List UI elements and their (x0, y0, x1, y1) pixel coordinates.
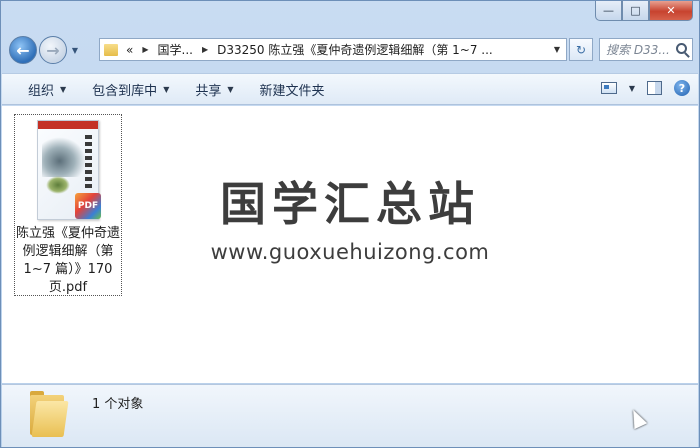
breadcrumb-overflow[interactable]: « (126, 43, 133, 57)
refresh-button[interactable]: ↻ (569, 38, 593, 61)
address-bar[interactable]: « ▶ 国学... ▶ D33250 陈立强《夏仲奇遗例逻辑细解（第 1~7 .… (99, 38, 567, 61)
change-view-icon[interactable] (600, 82, 617, 94)
file-list-area[interactable]: PDF 陈立强《夏仲奇遗例逻辑细解（第1~7 篇）》170页.pdf 国学汇总站… (2, 106, 698, 383)
help-icon[interactable]: ? (674, 80, 690, 96)
window-controls: — □ ✕ (595, 1, 693, 22)
item-count: 1 个对象 (92, 397, 144, 412)
breadcrumb-item-guoxue[interactable]: 国学... (158, 41, 193, 58)
close-button[interactable]: ✕ (649, 1, 693, 21)
include-library-menu[interactable]: 包含到库中 ▼ (82, 80, 179, 99)
breadcrumb-item-current-folder[interactable]: D33250 陈立强《夏仲奇遗例逻辑细解（第 1~7 ... (217, 41, 493, 58)
watermark: 国学汇总站 www.guoxuehuizong.com (2, 176, 698, 264)
watermark-url: www.guoxuehuizong.com (210, 240, 490, 264)
folder-icon (104, 43, 118, 56)
new-folder-label: 新建文件夹 (259, 83, 325, 99)
share-menu[interactable]: 共享 ▼ (185, 80, 243, 99)
new-folder-button[interactable]: 新建文件夹 (250, 80, 335, 99)
forward-button[interactable]: → (39, 36, 67, 64)
navigation-bar: ← → ▼ « ▶ 国学... ▶ D33250 陈立强《夏仲奇遗例逻辑细解（第… (9, 35, 693, 65)
watermark-title: 国学汇总站 (220, 177, 480, 231)
folder-icon (30, 389, 69, 437)
chevron-down-icon: ▼ (60, 84, 67, 94)
chevron-right-icon[interactable]: ▶ (142, 45, 148, 54)
recent-pages-dropdown[interactable]: ▼ (69, 44, 81, 56)
organize-menu[interactable]: 组织 ▼ (18, 80, 76, 99)
view-controls: ▼ ? (600, 80, 690, 96)
include-library-label: 包含到库中 (92, 83, 158, 99)
share-label: 共享 (195, 83, 222, 99)
thumbnail-banner (38, 121, 98, 129)
folder-front (31, 401, 69, 437)
thumbnail-painting (42, 137, 86, 177)
view-options-dropdown-icon[interactable]: ▼ (629, 84, 635, 93)
address-dropdown-icon[interactable]: ▼ (548, 39, 566, 60)
details-pane: 1 个对象 (2, 384, 698, 447)
command-bar: 组织 ▼ 包含到库中 ▼ 共享 ▼ 新建文件夹 ▼ ? (2, 73, 698, 105)
search-input[interactable]: 搜索 D33... (606, 41, 676, 58)
chevron-down-icon: ▼ (163, 84, 170, 94)
preview-pane-icon[interactable] (647, 81, 662, 95)
chevron-down-icon: ▼ (227, 84, 234, 94)
back-button[interactable]: ← (9, 36, 37, 64)
maximize-button[interactable]: □ (622, 1, 649, 21)
organize-label: 组织 (28, 83, 55, 99)
chevron-right-icon[interactable]: ▶ (202, 45, 208, 54)
search-box[interactable]: 搜索 D33... (599, 38, 693, 61)
minimize-button[interactable]: — (595, 1, 622, 21)
explorer-window: — □ ✕ ← → ▼ « ▶ 国学... ▶ D33250 陈立强《夏仲奇遗例… (0, 0, 700, 448)
search-icon[interactable] (676, 43, 687, 54)
mouse-cursor-icon (626, 406, 648, 430)
